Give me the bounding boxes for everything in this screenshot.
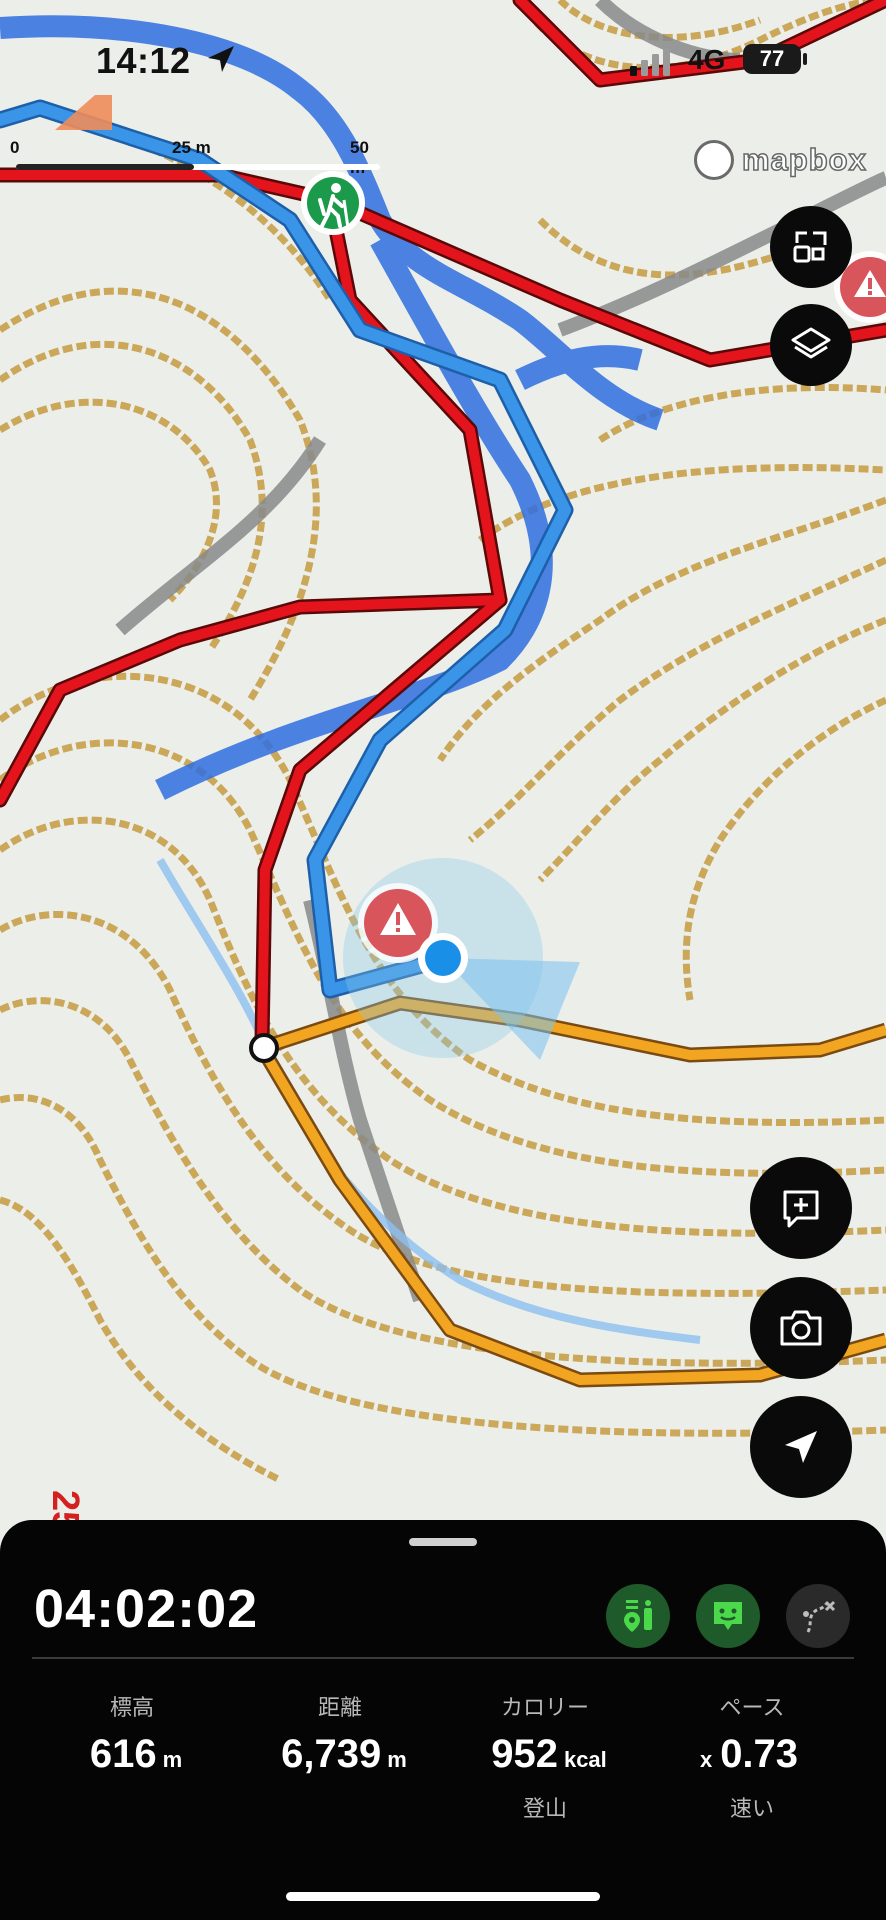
elapsed-time: 04:02:02 — [34, 1579, 259, 1639]
route-off-icon — [803, 1600, 836, 1633]
mapbox-logo-icon — [694, 140, 734, 180]
stat-value: 6,739 m — [240, 1732, 440, 1777]
course-marker-button[interactable] — [606, 1584, 670, 1648]
stat-calories: カロリー 952 kcal 登山 — [445, 1690, 645, 1821]
current-location-dot — [418, 933, 468, 983]
map-scale-bar: 0 25 m 50 m — [10, 138, 382, 178]
stat-unit: m — [162, 1747, 183, 1772]
scale-label-50: 50 m — [350, 138, 369, 177]
scale-label-25: 25 m — [172, 138, 211, 157]
stat-label: 距離 — [317, 1695, 362, 1720]
location-services-icon — [208, 46, 234, 72]
stat-sub: 登山 — [522, 1796, 567, 1821]
layers-button[interactable] — [770, 304, 852, 386]
status-bar: 14:12 4G 77 — [0, 0, 886, 120]
stat-unit: kcal — [563, 1747, 607, 1772]
battery-tip — [803, 53, 807, 65]
stat-value: 952 kcal — [445, 1732, 645, 1777]
stat-number: 616 — [89, 1732, 157, 1776]
stat-label: カロリー — [500, 1695, 589, 1720]
junction-marker — [249, 1033, 279, 1063]
hiker-marker-icon[interactable] — [301, 171, 365, 235]
navigation-arrow-icon — [785, 1431, 817, 1463]
stat-label: 標高 — [109, 1695, 154, 1720]
stat-pace: ペース x 0.73 速い — [652, 1690, 852, 1821]
locate-me-button[interactable] — [750, 1396, 852, 1498]
activity-panel[interactable]: 04:02:02 標高 616 m 距離 6,739 m カロリー 952 kc… — [0, 1520, 886, 1920]
chat-message-button[interactable] — [696, 1584, 760, 1648]
expand-button[interactable] — [770, 206, 852, 288]
stat-value: 616 m — [32, 1732, 232, 1777]
stat-prefix: x — [699, 1747, 713, 1772]
stat-label: ペース — [719, 1695, 785, 1720]
expand-icon — [793, 231, 827, 263]
stat-sub — [32, 1791, 232, 1817]
scale-line-segment — [16, 164, 194, 170]
camera-icon — [780, 1310, 822, 1346]
stat-number: 952 — [491, 1732, 558, 1776]
mapbox-label: mapbox — [741, 141, 867, 178]
stat-number: 6,739 — [281, 1732, 382, 1776]
stat-number: 0.73 — [720, 1732, 799, 1776]
mapbox-attribution[interactable]: mapbox — [694, 138, 867, 182]
cellular-signal-icon — [630, 48, 670, 76]
scale-label-0: 0 — [10, 138, 20, 157]
stat-value: x 0.73 — [652, 1732, 852, 1777]
stat-distance: 距離 6,739 m — [240, 1690, 440, 1817]
stat-sub — [240, 1791, 440, 1817]
stat-unit: m — [387, 1747, 407, 1772]
add-note-button[interactable] — [750, 1157, 852, 1259]
network-type: 4G — [688, 44, 726, 75]
sheet-drag-handle[interactable] — [409, 1538, 477, 1546]
course-marker-icon — [624, 1600, 652, 1632]
layers-icon — [791, 327, 831, 359]
add-note-icon — [783, 1190, 819, 1228]
chat-message-icon — [714, 1602, 742, 1630]
stat-elevation: 標高 616 m — [32, 1690, 232, 1817]
battery-indicator: 77 — [743, 44, 801, 74]
status-time: 14:12 — [96, 40, 191, 81]
home-indicator[interactable] — [286, 1892, 600, 1901]
camera-button[interactable] — [750, 1277, 852, 1379]
stat-sub: 速い — [729, 1796, 774, 1821]
route-off-button[interactable] — [786, 1584, 850, 1648]
panel-divider — [32, 1657, 854, 1659]
